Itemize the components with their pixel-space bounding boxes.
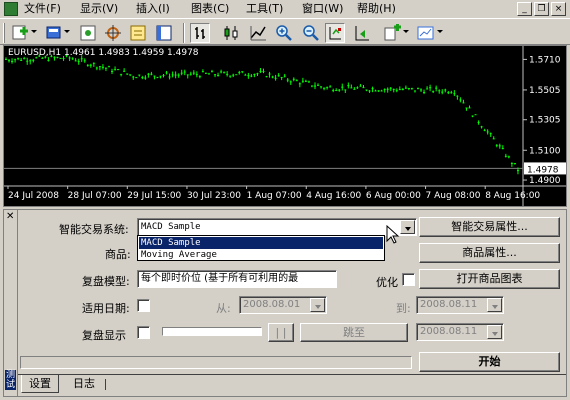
candlestick-icon[interactable]: [221, 23, 241, 43]
line-chart-icon[interactable]: [248, 23, 268, 43]
menu-view[interactable]: 显示(V): [80, 2, 118, 16]
chevron-down-icon[interactable]: [310, 298, 325, 312]
visual-mode-label: 复盘显示: [82, 329, 126, 342]
menu-chart[interactable]: 图表(C): [191, 2, 229, 16]
chevron-down-icon[interactable]: [487, 298, 502, 312]
close-panel-icon[interactable]: ✕: [6, 211, 14, 222]
chart-title: EURUSD,H1 1.4961 1.4983 1.4959 1.4978: [8, 48, 199, 58]
time-tick-label: 7 Aug 08:00: [426, 191, 481, 201]
panel-side-strip: ✕ 测试: [4, 210, 18, 396]
use-date-checkbox[interactable]: [137, 299, 150, 312]
optimization-checkbox[interactable]: [402, 273, 415, 286]
zoom-out-icon[interactable]: [301, 23, 321, 43]
menu-file[interactable]: 文件(F): [24, 2, 61, 16]
expert-properties-button[interactable]: 智能交易属性...: [419, 217, 560, 237]
from-date-picker[interactable]: 2008.08.01: [239, 296, 327, 314]
close-button[interactable]: ×: [551, 2, 566, 16]
restore-button[interactable]: ❐: [534, 2, 549, 16]
time-tick-label: 4 Aug 16:00: [306, 191, 361, 201]
menu-window[interactable]: 窗口(W): [302, 2, 343, 16]
price-tick-label: 1.5505: [529, 86, 561, 96]
tab-settings[interactable]: 设置: [21, 375, 59, 393]
from-date-value: 2008.08.01: [243, 299, 301, 310]
data-window-icon[interactable]: [128, 23, 148, 43]
toolbar: [0, 18, 570, 45]
skip-date-picker[interactable]: 2008.08.11: [416, 323, 504, 341]
use-date-label: 适用日期:: [82, 302, 130, 315]
menu-bar: 文件(F) 显示(V) 插入(I) 图表(C) 工具(T) 窗口(W) 帮助(H…: [0, 0, 570, 18]
time-tick-label: 24 Jul 2008: [8, 191, 59, 201]
time-tick-label: 30 Jul 23:00: [187, 191, 241, 201]
profiles-icon[interactable]: [44, 23, 64, 43]
price-tick-label: 1.5100: [529, 146, 561, 156]
time-tick-label: 6 Aug 00:00: [366, 191, 421, 201]
price-tick-label: 1.5305: [529, 116, 561, 126]
chart-shift-icon[interactable]: [325, 23, 345, 43]
current-price-label: 1.4978: [527, 165, 559, 175]
chevron-down-icon[interactable]: [400, 220, 415, 234]
minimize-button[interactable]: _: [517, 2, 532, 16]
crosshair-icon[interactable]: [103, 23, 123, 43]
menu-insert[interactable]: 插入(I): [136, 2, 170, 16]
auto-scroll-icon[interactable]: [352, 23, 372, 43]
dropdown-option-moving-average[interactable]: Moving Average: [139, 249, 383, 261]
dropdown-option-macd-sample[interactable]: MACD Sample: [139, 237, 383, 249]
start-button[interactable]: 开始: [419, 352, 560, 372]
new-chart-icon[interactable]: [10, 23, 30, 43]
expert-advisor-value: MACD Sample: [141, 222, 201, 232]
panel-side-label: 测试: [5, 370, 16, 390]
navigator-icon[interactable]: [78, 23, 98, 43]
optimization-label: 优化: [376, 276, 398, 289]
tab-journal[interactable]: 日志: [64, 375, 104, 393]
time-tick-label: 1 Aug 07:00: [247, 191, 302, 201]
menu-help[interactable]: 帮助(H): [357, 2, 396, 16]
expert-advisor-label: 智能交易系统:: [59, 223, 129, 236]
templates-icon[interactable]: [416, 23, 436, 43]
time-tick-label: 8 Aug 16:00: [485, 191, 540, 201]
expert-advisor-select[interactable]: MACD Sample: [137, 218, 417, 236]
symbol-properties-button[interactable]: 商品属性...: [419, 243, 560, 263]
mouse-cursor-icon: [386, 224, 400, 248]
menu-tools[interactable]: 工具(T): [246, 2, 283, 16]
price-chart[interactable]: 1.5710 1.5505 1.5305 1.5100 1.4978 1.4900 24 J…: [3, 45, 567, 207]
skip-date-value: 2008.08.11: [420, 326, 478, 337]
symbol-label: 商品:: [105, 248, 131, 261]
model-value: 每个即时价位 (基于所有可利用的最: [141, 273, 299, 284]
price-tick-label: 1.5710: [529, 55, 561, 65]
to-label: 到:: [396, 302, 411, 315]
visual-mode-checkbox[interactable]: [137, 326, 150, 339]
strategy-tester-panel: ✕ 测试 智能交易系统: MACD Sample MACD Sample Mov…: [3, 209, 567, 397]
progress-bar: [20, 356, 412, 369]
indicators-icon[interactable]: [382, 23, 402, 43]
expert-advisor-dropdown: MACD Sample Moving Average: [137, 235, 385, 261]
chart-canvas: 1.5710 1.5505 1.5305 1.5100 1.49781.4900 24 J…: [4, 46, 566, 206]
from-label: 从:: [216, 302, 231, 315]
time-tick-label: 28 Jul 07:00: [68, 191, 122, 201]
pause-button[interactable]: | |: [268, 323, 294, 342]
price-tick-label: 1.4900: [529, 176, 561, 186]
model-label: 复盘模型:: [82, 275, 130, 288]
skip-to-button[interactable]: 跳至: [300, 323, 408, 342]
terminal-icon[interactable]: [154, 23, 174, 43]
chevron-down-icon[interactable]: [487, 325, 502, 339]
bar-chart-icon[interactable]: [190, 23, 210, 43]
zoom-in-icon[interactable]: [274, 23, 294, 43]
visual-speed-slider[interactable]: [162, 327, 262, 336]
to-date-picker[interactable]: 2008.08.11: [416, 296, 504, 314]
open-chart-button[interactable]: 打开商品图表: [419, 269, 560, 289]
time-tick-label: 29 Jul 15:00: [127, 191, 181, 201]
to-date-value: 2008.08.11: [420, 299, 478, 310]
app-icon[interactable]: [4, 2, 18, 16]
model-select[interactable]: 每个即时价位 (基于所有可利用的最: [137, 270, 337, 288]
